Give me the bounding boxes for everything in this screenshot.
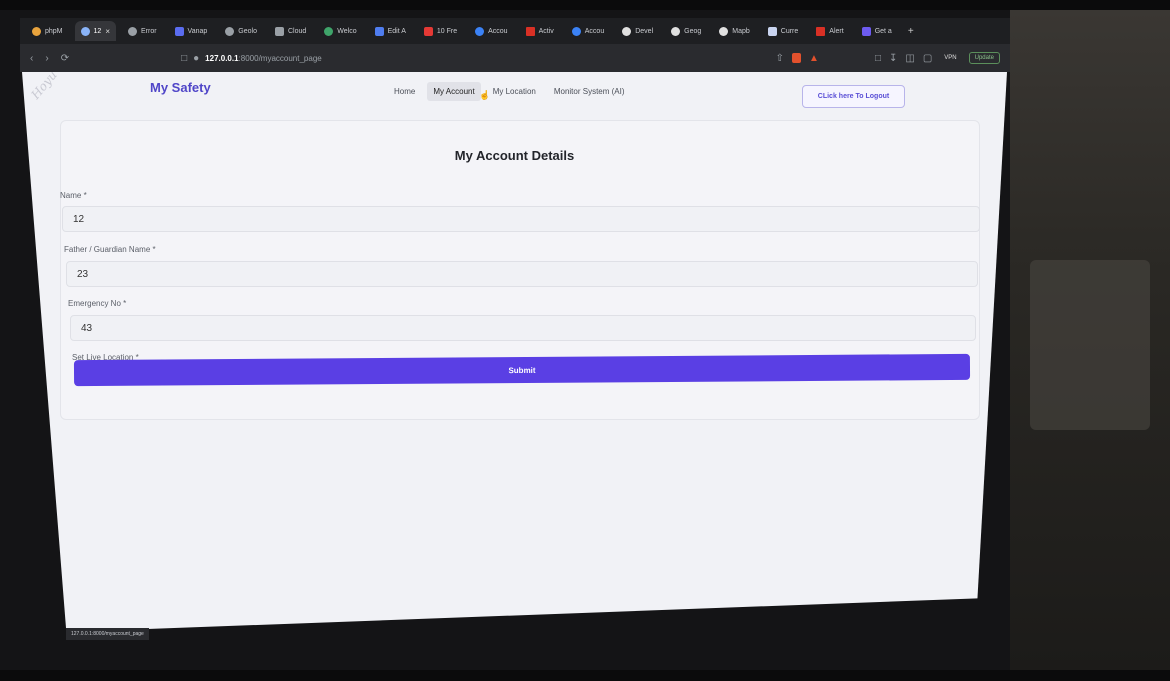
map-pin-icon [622,26,632,36]
edit-icon [374,26,384,36]
tab-current[interactable]: 12 × [74,21,116,41]
drive-icon [324,26,334,36]
web-viewport: Hoyu My Safety Home My Account My Locati… [22,72,1007,632]
account-icon [571,26,581,36]
tab-label: Accou [584,27,605,35]
tab-label: Activ [538,27,554,35]
guardian-name-label: Father / Guardian Name * [64,245,156,254]
vpn-button[interactable]: VPN [940,54,960,62]
tab-10fre[interactable]: 10 Fre [418,21,463,41]
background-object [1030,260,1150,430]
name-label: Name * [60,191,87,200]
tab-label: Geolo [238,27,257,35]
tab-label: Mapb [732,27,750,35]
browser-tab-bar: phpM 12 × Error Vanap Geolo Cloud Welco E… [20,18,1010,44]
new-tab-button[interactable]: + [904,26,918,37]
v-logo-icon [174,26,184,36]
tab-label: Cloud [287,27,307,35]
toolbar-actions: ⇧ ▲ □ ↧ ◫ ▢ VPN Update [776,52,1000,64]
tab-phpmyadmin[interactable]: phpM [26,21,69,41]
rewards-icon[interactable]: ▲ [809,53,819,64]
download-icon[interactable]: ↧ [889,53,897,64]
url-host: 127.0.0.1 [205,53,239,63]
gmail-icon [525,26,535,36]
phpmyadmin-icon [32,26,41,36]
tab-devel[interactable]: Devel [616,21,659,41]
map-pin-icon [719,26,729,36]
tab-label: Error [140,27,157,35]
share-icon[interactable]: ⇧ [776,53,784,64]
tab-label: 10 Fre [436,27,458,35]
tab-label: Alert [829,27,844,35]
tab-accou-2[interactable]: Accou [566,21,610,41]
account-icon [475,26,485,36]
browser-toolbar: ‹ › ⟳ □ ● 127.0.0.1:8000/myaccount_page … [20,44,1010,72]
name-input[interactable]: 12 [62,206,980,232]
site-info-icon[interactable]: ● [193,53,199,64]
tab-mapb[interactable]: Mapb [713,21,756,41]
tab-label: phpM [45,27,63,35]
bookmark-icon[interactable]: □ [181,53,187,64]
main-nav: Home My Account My Location Monitor Syst… [388,82,631,101]
mouse-cursor-icon: ☝ [479,90,491,100]
split-view-icon[interactable]: ◫ [905,53,914,64]
tab-vanap[interactable]: Vanap [169,21,214,41]
tab-label: Curre [780,27,799,35]
tab-alert[interactable]: Alert [810,21,849,41]
tab-cloud[interactable]: Cloud [269,21,312,41]
globe-icon [127,26,137,36]
tab-label: Accou [488,27,508,35]
close-tab-icon[interactable]: × [105,27,110,36]
tab-label: 12 [93,27,102,35]
back-icon[interactable]: ‹ [30,53,33,64]
logout-button[interactable]: CLick here To Logout [802,85,905,108]
emergency-no-input[interactable]: 43 [70,315,976,341]
nav-monitor-system[interactable]: Monitor System (AI) [548,82,631,101]
page-title: My Account Details [454,148,575,163]
nav-my-account[interactable]: My Account [427,82,481,101]
tab-edit[interactable]: Edit A [369,21,412,41]
background-room [1010,10,1170,670]
tab-label: Devel [635,27,654,35]
tab-label: Vanap [187,27,208,35]
address-bar[interactable]: □ ● 127.0.0.1:8000/myaccount_page [171,48,332,68]
tab-label: Get a [874,27,892,35]
update-button[interactable]: Update [968,52,1000,64]
nav-my-location[interactable]: My Location [487,82,542,101]
url-path: :8000/myaccount_page [238,53,322,63]
globe-icon [225,26,235,36]
doc-icon [767,26,777,36]
tab-curre[interactable]: Curre [762,21,805,41]
reload-icon[interactable]: ⟳ [61,53,69,64]
tab-activ[interactable]: Activ [520,21,560,41]
cloud-icon [274,26,284,36]
tab-accou-1[interactable]: Accou [469,21,513,41]
app-icon [861,26,871,36]
site-navbar: My Safety Home My Account My Location Mo… [22,72,1007,114]
brave-shield-icon[interactable] [792,53,802,63]
emergency-no-label: Emergency No * [68,299,127,308]
nav-home[interactable]: Home [388,82,421,101]
brand-logo[interactable]: My Safety [150,80,211,95]
tab-welco[interactable]: Welco [318,21,362,41]
youtube-icon [423,26,433,36]
tab-error[interactable]: Error [122,21,163,41]
wallet-icon[interactable]: ▢ [923,53,932,64]
link-status-bar: 127.0.0.1:8000/myaccount_page [66,628,149,640]
tab-get[interactable]: Get a [856,21,898,41]
forward-icon[interactable]: › [45,53,48,64]
sidebar-icon[interactable]: □ [875,53,881,64]
guardian-name-input[interactable]: 23 [66,261,978,287]
tab-label: Geog [684,27,702,35]
tab-label: Welco [337,27,357,35]
tab-geolo[interactable]: Geolo [219,21,263,41]
globe-icon [80,26,90,36]
map-pin-icon [671,26,681,36]
gmail-icon [816,26,826,36]
tab-geog[interactable]: Geog [665,21,707,41]
tab-label: Edit A [387,27,406,35]
